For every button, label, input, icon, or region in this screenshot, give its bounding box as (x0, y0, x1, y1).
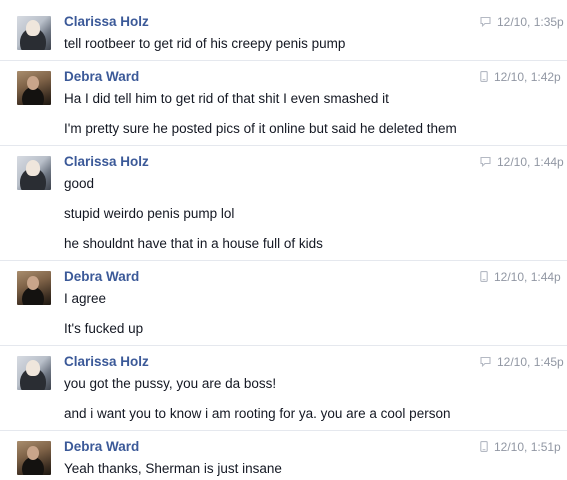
mobile-phone-icon (480, 271, 488, 285)
message-meta: 12/10, 1:44p (480, 155, 564, 170)
mobile-phone-icon (480, 71, 488, 85)
message-text: and i want you to know i am rooting for … (64, 406, 451, 421)
message-text: Ha I did tell him to get rid of that shi… (64, 91, 389, 106)
message-divider (0, 345, 567, 346)
sender-name[interactable]: Debra Ward (64, 69, 139, 84)
message-text: you got the pussy, you are da boss! (64, 376, 277, 391)
message-text: tell rootbeer to get rid of his creepy p… (64, 36, 346, 51)
timestamp: 12/10, 1:44p (497, 155, 564, 169)
clarissa-avatar[interactable] (17, 356, 51, 390)
timestamp: 12/10, 1:45p (497, 355, 564, 369)
chat-bubble-icon (480, 16, 491, 30)
sender-name[interactable]: Debra Ward (64, 269, 139, 284)
sender-name[interactable]: Clarissa Holz (64, 14, 149, 29)
sender-name[interactable]: Debra Ward (64, 439, 139, 454)
message-text: good (64, 176, 95, 191)
debra-avatar[interactable] (17, 271, 51, 305)
message-text: I'm pretty sure he posted pics of it onl… (64, 121, 457, 136)
sender-name[interactable]: Clarissa Holz (64, 154, 149, 169)
message-meta: 12/10, 1:45p (480, 355, 564, 370)
debra-avatar[interactable] (17, 71, 51, 105)
clarissa-avatar[interactable] (17, 156, 51, 190)
sender-name[interactable]: Clarissa Holz (64, 354, 149, 369)
message-text: he shouldnt have that in a house full of… (64, 236, 323, 251)
message-divider (0, 430, 567, 431)
timestamp: 12/10, 1:42p (494, 70, 561, 84)
timestamp: 12/10, 1:51p (494, 440, 561, 454)
message-text: I agree (64, 291, 107, 306)
message-meta: 12/10, 1:51p (480, 440, 561, 455)
message-text: stupid weirdo penis pump lol (64, 206, 235, 221)
mobile-phone-icon (480, 441, 488, 455)
timestamp: 12/10, 1:35p (497, 15, 564, 29)
message-divider (0, 145, 567, 146)
message-text: It's fucked up (64, 321, 144, 336)
message-divider (0, 60, 567, 61)
message-meta: 12/10, 1:35p (480, 15, 564, 30)
chat-bubble-icon (480, 156, 491, 170)
message-divider (0, 260, 567, 261)
timestamp: 12/10, 1:44p (494, 270, 561, 284)
chat-bubble-icon (480, 356, 491, 370)
message-text: Yeah thanks, Sherman is just insane (64, 461, 282, 476)
message-meta: 12/10, 1:44p (480, 270, 561, 285)
message-meta: 12/10, 1:42p (480, 70, 561, 85)
debra-avatar[interactable] (17, 441, 51, 475)
clarissa-avatar[interactable] (17, 16, 51, 50)
